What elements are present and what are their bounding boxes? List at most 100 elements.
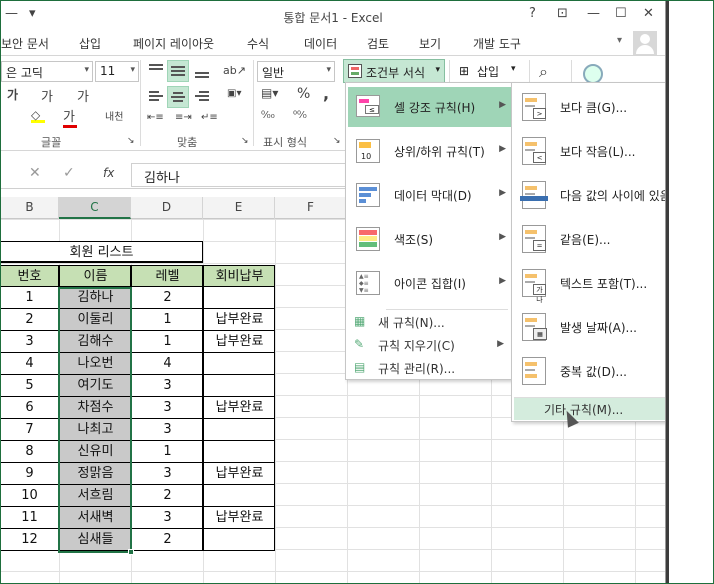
phonetic-button[interactable]: 내천	[105, 108, 123, 123]
menu-item-manage-rules[interactable]: ▤ 규칙 관리(R)...	[348, 357, 512, 379]
table-cell[interactable]: 납부완료	[203, 331, 275, 353]
table-cell[interactable]: 납부완료	[203, 463, 275, 485]
font-name-dropdown[interactable]: 은 고딕 ▾	[1, 61, 93, 82]
table-cell[interactable]: 9	[1, 463, 59, 485]
column-header-f[interactable]: F	[275, 197, 347, 219]
insert-cells-button[interactable]: ⊞ 삽입 ▾	[457, 61, 523, 83]
table-cell[interactable]: 2	[131, 529, 203, 551]
menu-item-data-bars[interactable]: 데이터 막대(D) ▶	[348, 175, 512, 215]
tab-formulas[interactable]: 수식	[247, 35, 269, 52]
fill-color-icon[interactable]: ◇	[31, 108, 45, 123]
header-cell[interactable]: 이름	[59, 265, 131, 287]
enter-icon[interactable]: ✓	[63, 165, 75, 181]
shrink-font-button[interactable]: 가	[77, 86, 89, 105]
minimize-icon[interactable]: —	[587, 6, 600, 21]
table-cell[interactable]: 7	[1, 419, 59, 441]
table-cell[interactable]: 10	[1, 485, 59, 507]
merge-center-icon[interactable]: ▣▾	[227, 88, 241, 99]
grow-font-button[interactable]: 가	[41, 86, 53, 105]
insert-function-icon[interactable]: fx	[103, 166, 114, 180]
table-cell[interactable]: 3	[131, 397, 203, 419]
tab-insert[interactable]: 삽입	[79, 35, 101, 52]
table-cell[interactable]: 2	[1, 309, 59, 331]
table-cell[interactable]: 3	[131, 507, 203, 529]
account-avatar[interactable]	[633, 31, 657, 55]
tab-review[interactable]: 검토	[367, 35, 389, 52]
column-header-b[interactable]: B	[1, 197, 59, 219]
fill-handle[interactable]	[128, 549, 134, 555]
table-cell[interactable]: 6	[1, 397, 59, 419]
table-cell[interactable]	[203, 441, 275, 463]
cancel-icon[interactable]: ✕	[29, 165, 41, 181]
table-cell[interactable]: 1	[1, 287, 59, 309]
table-cell[interactable]: 3	[131, 419, 203, 441]
decrease-decimal-icon[interactable]: ⁰⁰⁄₀	[293, 110, 307, 121]
table-cell[interactable]: 납부완료	[203, 309, 275, 331]
table-cell[interactable]: 8	[1, 441, 59, 463]
table-cell[interactable]: 3	[131, 463, 203, 485]
column-header-e[interactable]: E	[203, 197, 275, 219]
table-cell[interactable]: 4	[131, 353, 203, 375]
close-icon[interactable]: ✕	[643, 6, 654, 21]
font-size-dropdown[interactable]: 11 ▾	[95, 61, 139, 82]
align-top-button[interactable]	[147, 62, 165, 80]
bold-button[interactable]: 가	[7, 86, 18, 103]
table-cell[interactable]: 2	[131, 485, 203, 507]
table-cell[interactable]: 3	[131, 375, 203, 397]
ribbon-display-icon[interactable]: ⊡	[557, 6, 568, 21]
column-header-d[interactable]: D	[131, 197, 203, 219]
table-cell[interactable]: 1	[131, 331, 203, 353]
table-cell[interactable]	[203, 353, 275, 375]
dialog-launcher-icon[interactable]: ↘	[333, 136, 341, 146]
accounting-format-icon[interactable]: ▤▾	[261, 86, 278, 100]
align-middle-button[interactable]	[167, 60, 189, 82]
menu-item-cell-highlight-rules[interactable]: ≤ 셀 강조 규칙(H) ▶	[348, 87, 512, 127]
menu-item-clear-rules[interactable]: ✎ 규칙 지우기(C) ▶	[348, 334, 512, 356]
sheet-title-cell[interactable]: 회원 리스트	[1, 241, 203, 263]
menu-item-color-scales[interactable]: 색조(S) ▶	[348, 219, 512, 259]
align-bottom-button[interactable]	[193, 62, 211, 80]
menu-item-icon-sets[interactable]: ▲≡ ◆≡ ▼≡ 아이콘 집합(I) ▶	[348, 263, 512, 303]
table-cell[interactable]: 1	[131, 309, 203, 331]
table-cell[interactable]	[203, 419, 275, 441]
comma-button[interactable]: ,	[323, 84, 329, 103]
tab-view[interactable]: 보기	[419, 35, 441, 52]
table-cell[interactable]	[203, 529, 275, 551]
table-cell[interactable]: 3	[1, 331, 59, 353]
table-cell[interactable]	[203, 485, 275, 507]
tab-developer[interactable]: 개발 도구	[473, 35, 521, 52]
ribbon-collapse-icon[interactable]: ▾	[617, 35, 622, 46]
table-cell[interactable]: 12	[1, 529, 59, 551]
percent-button[interactable]: %	[297, 86, 310, 102]
table-cell[interactable]: 2	[131, 287, 203, 309]
menu-item-new-rule[interactable]: ▦ 새 규칙(N)...	[348, 311, 512, 333]
table-cell[interactable]	[203, 375, 275, 397]
binoculars-icon[interactable]: ⌕	[539, 62, 548, 82]
column-header-c[interactable]: C	[59, 197, 131, 219]
increase-indent-icon[interactable]: ≡⇥	[175, 112, 192, 123]
header-cell[interactable]: 번호	[1, 265, 59, 287]
align-right-button[interactable]	[193, 88, 211, 106]
table-cell[interactable]: 납부완료	[203, 397, 275, 419]
menu-item-top-bottom-rules[interactable]: 10 상위/하위 규칙(T) ▶	[348, 131, 512, 171]
table-cell[interactable]	[203, 287, 275, 309]
help-icon[interactable]: ?	[529, 6, 536, 21]
tab-security[interactable]: 보안 문서	[1, 35, 49, 52]
header-cell[interactable]: 회비납부	[203, 265, 275, 287]
table-cell[interactable]: 1	[131, 441, 203, 463]
align-left-button[interactable]	[147, 88, 165, 106]
number-format-dropdown[interactable]: 일반 ▾	[257, 61, 335, 82]
table-cell[interactable]: 4	[1, 353, 59, 375]
orientation-icon[interactable]: ab↗	[223, 64, 246, 77]
maximize-icon[interactable]: ☐	[615, 6, 627, 21]
decrease-indent-icon[interactable]: ⇤≡	[147, 112, 164, 123]
increase-decimal-icon[interactable]: ⁰⁄₀₀	[261, 110, 275, 121]
table-cell[interactable]: 5	[1, 375, 59, 397]
conditional-format-button[interactable]: 조건부 서식 ▾	[343, 59, 445, 83]
header-cell[interactable]: 레벨	[131, 265, 203, 287]
font-color-icon[interactable]: 가	[63, 106, 77, 128]
table-cell[interactable]: 납부완료	[203, 507, 275, 529]
tab-page-layout[interactable]: 페이지 레이아웃	[133, 35, 214, 52]
tab-data[interactable]: 데이터	[304, 35, 337, 52]
dialog-launcher-icon[interactable]: ↘	[127, 136, 135, 146]
